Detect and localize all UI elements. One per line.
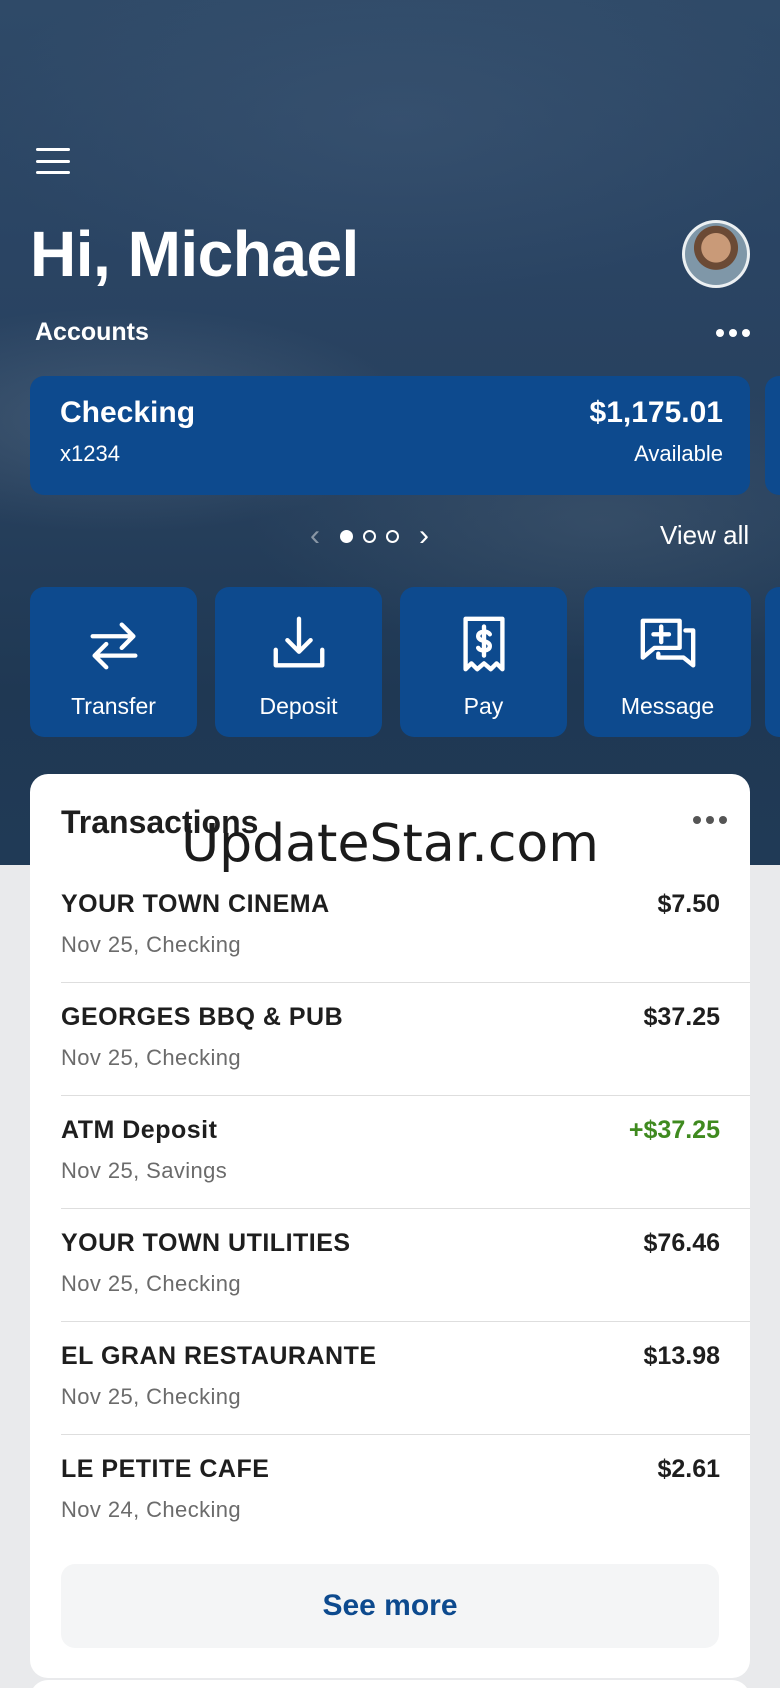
transaction-row[interactable]: YOUR TOWN CINEMA Nov 25, Checking $7.50	[61, 870, 750, 983]
transaction-amount: $76.46	[643, 1229, 720, 1257]
chevron-right-icon[interactable]: ›	[419, 520, 429, 552]
greeting-title: Hi, Michael	[30, 218, 359, 290]
transaction-row[interactable]: YOUR TOWN UTILITIES Nov 25, Checking $76…	[61, 1209, 750, 1322]
message-label: Message	[620, 693, 715, 719]
deposit-button[interactable]: Deposit	[215, 587, 382, 737]
account-name: Checking	[60, 396, 196, 429]
transactions-more-icon[interactable]	[693, 816, 727, 824]
transaction-amount: +$37.25	[628, 1116, 720, 1144]
next-section-card	[30, 1680, 750, 1688]
transaction-merchant: EL GRAN RESTAURANTE	[61, 1342, 377, 1370]
transfer-button[interactable]: Transfer	[30, 587, 197, 737]
avatar[interactable]	[682, 220, 750, 288]
transaction-meta: Nov 25, Checking	[61, 932, 242, 957]
deposit-label: Deposit	[259, 693, 338, 719]
transaction-merchant: YOUR TOWN CINEMA	[61, 890, 330, 918]
chevron-left-icon[interactable]: ‹	[310, 520, 320, 552]
message-button[interactable]: Message	[584, 587, 751, 737]
account-number: x1234	[60, 441, 120, 466]
transaction-meta: Nov 25, Checking	[61, 1271, 242, 1296]
view-all-link[interactable]: View all	[660, 520, 749, 551]
transaction-merchant: ATM Deposit	[61, 1116, 218, 1144]
transaction-meta: Nov 25, Checking	[61, 1384, 242, 1409]
account-balance: $1,175.01	[589, 396, 723, 429]
account-balance-label: Available	[634, 441, 723, 466]
page-dot-active[interactable]	[340, 529, 353, 543]
transaction-merchant: YOUR TOWN UTILITIES	[61, 1229, 351, 1257]
transaction-amount: $2.61	[657, 1455, 720, 1483]
account-card-checking[interactable]: Checking x1234 $1,175.01 Available	[30, 376, 750, 495]
accounts-label: Accounts	[35, 318, 149, 346]
transaction-row[interactable]: ATM Deposit Nov 25, Savings +$37.25	[61, 1096, 750, 1209]
pay-button[interactable]: Pay	[400, 587, 567, 737]
pay-label: Pay	[463, 693, 504, 719]
download-tray-icon	[273, 616, 324, 668]
transfer-label: Transfer	[71, 693, 156, 719]
page-dot[interactable]	[386, 529, 399, 543]
transaction-amount: $7.50	[657, 890, 720, 918]
transfer-arrows-icon	[90, 622, 137, 670]
transaction-meta: Nov 25, Checking	[61, 1045, 242, 1070]
account-pager: ‹ ›	[310, 520, 480, 552]
page-dot[interactable]	[363, 529, 376, 543]
transaction-row[interactable]: GEORGES BBQ & PUB Nov 25, Checking $37.2…	[61, 983, 750, 1096]
transaction-merchant: LE PETITE CAFE	[61, 1455, 270, 1483]
hamburger-menu-icon[interactable]	[36, 148, 70, 174]
transaction-meta: Nov 24, Checking	[61, 1497, 242, 1522]
transactions-card: Transactions UpdateStar.com YOUR TOWN CI…	[30, 774, 750, 1678]
dollar-receipt-icon	[462, 616, 505, 672]
chat-plus-icon	[640, 618, 695, 668]
transaction-merchant: GEORGES BBQ & PUB	[61, 1003, 344, 1031]
more-actions-card[interactable]	[765, 587, 780, 737]
page-indicator	[340, 529, 399, 543]
transaction-meta: Nov 25, Savings	[61, 1158, 228, 1183]
transaction-row[interactable]: LE PETITE CAFE Nov 24, Checking $2.61	[61, 1435, 750, 1548]
transaction-amount: $13.98	[643, 1342, 720, 1370]
next-account-card[interactable]	[765, 376, 780, 495]
accounts-more-icon[interactable]	[716, 329, 750, 337]
transactions-title: Transactions	[61, 804, 259, 840]
transaction-amount: $37.25	[643, 1003, 720, 1031]
see-more-button[interactable]: See more	[61, 1564, 719, 1648]
transaction-row[interactable]: EL GRAN RESTAURANTE Nov 25, Checking $13…	[61, 1322, 750, 1435]
